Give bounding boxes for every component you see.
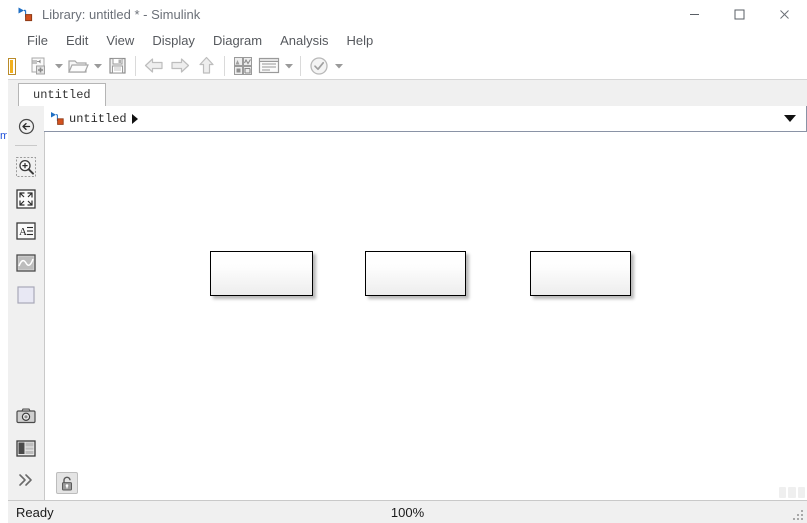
open-model-button[interactable] [65, 54, 91, 78]
new-model-button[interactable] [26, 54, 52, 78]
menu-item-view[interactable]: View [97, 31, 143, 50]
subsystem-block-2[interactable] [365, 251, 466, 296]
toolbar-clipped-icon [8, 58, 16, 75]
zoom-level: 100% [390, 504, 425, 520]
open-model-dropdown[interactable] [91, 54, 104, 78]
scrollbar-segment[interactable] [788, 487, 796, 498]
main-area: A untitled [8, 106, 807, 500]
menu-item-diagram[interactable]: Diagram [204, 31, 271, 50]
model-canvas[interactable] [45, 132, 807, 500]
scrollbar-segment[interactable] [779, 487, 787, 498]
toolbar [8, 52, 807, 80]
close-button[interactable] [762, 0, 807, 28]
caret-down-icon[interactable] [784, 115, 796, 122]
library-browser-button[interactable] [230, 54, 256, 78]
save-button[interactable] [104, 54, 130, 78]
snapshot-tool[interactable] [14, 404, 38, 428]
fit-to-view-tool[interactable] [14, 187, 38, 211]
signal-scope-tool[interactable] [14, 251, 38, 275]
toolbar-separator [224, 55, 225, 76]
menu-item-display[interactable]: Display [143, 31, 204, 50]
navigate-back-button[interactable] [14, 114, 38, 138]
window-title: Library: untitled * - Simulink [42, 6, 201, 22]
forward-button[interactable] [167, 54, 193, 78]
update-model-button[interactable] [306, 54, 332, 78]
minimize-button[interactable] [672, 0, 717, 28]
caret-right-icon[interactable] [131, 113, 138, 124]
canvas-scrollbar[interactable] [779, 487, 805, 498]
back-button[interactable] [141, 54, 167, 78]
update-model-dropdown[interactable] [332, 54, 345, 78]
simulink-logo-icon [17, 6, 35, 22]
subsystem-block-3[interactable] [530, 251, 631, 296]
menu-item-analysis[interactable]: Analysis [271, 31, 337, 50]
status-message: Ready [16, 504, 54, 520]
expand-toolbar-button[interactable] [14, 468, 38, 492]
sidebar-divider [15, 145, 37, 146]
status-bar: Ready 100% [8, 500, 807, 523]
up-to-parent-button[interactable] [193, 54, 219, 78]
window-controls [672, 0, 807, 28]
model-explorer-button[interactable] [256, 54, 282, 78]
toolbar-separator [300, 55, 301, 76]
breadcrumb-item-untitled[interactable]: untitled [69, 112, 127, 126]
maximize-button[interactable] [717, 0, 762, 28]
annotation-tool[interactable]: A [14, 219, 38, 243]
resize-grip[interactable] [793, 509, 805, 521]
zoom-in-tool[interactable] [14, 155, 38, 179]
tab-strip: untitled [8, 80, 807, 106]
background-window-text: m [0, 130, 7, 142]
svg-text:A: A [19, 226, 27, 238]
new-model-dropdown[interactable] [52, 54, 65, 78]
menu-item-edit[interactable]: Edit [57, 31, 97, 50]
model-explorer-dropdown[interactable] [282, 54, 295, 78]
lock-toggle[interactable] [56, 472, 78, 494]
title-bar: Library: untitled * - Simulink [8, 0, 807, 28]
menu-item-help[interactable]: Help [337, 31, 382, 50]
subsystem-block-1[interactable] [210, 251, 313, 296]
simulink-library-window: Library: untitled * - Simulink File Edit… [0, 0, 807, 523]
menu-bar: File Edit View Display Diagram Analysis … [8, 28, 807, 52]
scrollbar-segment[interactable] [797, 487, 805, 498]
area-tool[interactable] [14, 283, 38, 307]
breadcrumb: untitled [44, 106, 807, 132]
simulink-logo-icon [50, 111, 66, 126]
menu-item-file[interactable]: File [18, 31, 57, 50]
image-tool[interactable] [14, 436, 38, 460]
tab-untitled[interactable]: untitled [18, 83, 106, 106]
canvas-left-toolbar: A [8, 106, 45, 500]
toolbar-separator [135, 55, 136, 76]
